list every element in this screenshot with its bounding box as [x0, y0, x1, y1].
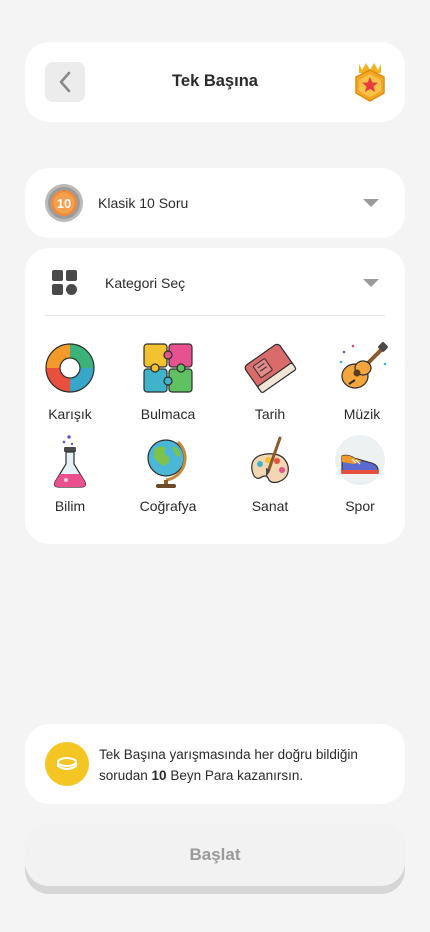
header-card: Tek Başına: [25, 42, 405, 122]
coin-icon: [45, 742, 89, 786]
start-button-shadow: Başlat: [25, 824, 405, 894]
category-item-karisik[interactable]: Karışık: [31, 342, 109, 422]
medal-10-icon: 10: [45, 184, 83, 222]
category-label: Bulmaca: [140, 406, 196, 422]
guitar-icon: [339, 342, 388, 389]
category-label: Spor: [345, 498, 375, 514]
reward-text-after: Beyn Para kazanırsın.: [166, 768, 304, 783]
coin-stack-icon: [57, 757, 77, 770]
reward-info-card: Tek Başına yarışmasında her doğru bildiğ…: [25, 724, 405, 804]
category-label: Sanat: [251, 498, 289, 514]
category-label: Tarih: [254, 406, 286, 422]
sneaker-icon: [335, 435, 385, 485]
medal-number: 10: [57, 196, 71, 211]
mode-selector[interactable]: 10 Klasik 10 Soru: [25, 168, 405, 238]
category-label: Coğrafya: [139, 498, 197, 514]
start-button[interactable]: Başlat: [25, 824, 405, 886]
category-item-bilim[interactable]: Bilim: [31, 434, 109, 514]
page-title: Tek Başına: [172, 72, 258, 90]
category-label: Müzik: [343, 406, 381, 422]
category-item-sanat[interactable]: Sanat: [231, 434, 309, 514]
globe-icon: [147, 439, 187, 488]
mode-label: Klasik 10 Soru: [98, 195, 189, 211]
category-item-spor[interactable]: Spor: [321, 434, 399, 514]
mixed-ring-icon: [45, 343, 95, 393]
category-item-tarih[interactable]: Tarih: [231, 342, 309, 422]
category-label: Bilim: [54, 498, 86, 514]
reward-amount: 10: [151, 768, 167, 783]
category-item-muzik[interactable]: Müzik: [323, 342, 401, 422]
chevron-down-icon[interactable]: [362, 198, 380, 208]
category-item-cografya[interactable]: Coğrafya: [129, 434, 207, 514]
category-item-bulmaca[interactable]: Bulmaca: [129, 342, 207, 422]
flask-icon: [53, 435, 87, 488]
book-icon: [244, 343, 297, 393]
palette-icon: [251, 436, 289, 484]
category-label: Karışık: [48, 406, 92, 422]
reward-info-text: Tek Başına yarışmasında her doğru bildiğ…: [99, 744, 389, 786]
divider: [45, 315, 385, 316]
chevron-down-icon[interactable]: [362, 278, 380, 288]
category-select-label[interactable]: Kategori Seç: [105, 275, 185, 291]
category-grid-icon: [52, 270, 77, 295]
puzzle-icon: [143, 343, 193, 393]
category-card: Kategori Seç Karışık Bulmaca Tarih Müzik…: [25, 248, 405, 544]
rank-badge-icon[interactable]: [353, 60, 387, 104]
